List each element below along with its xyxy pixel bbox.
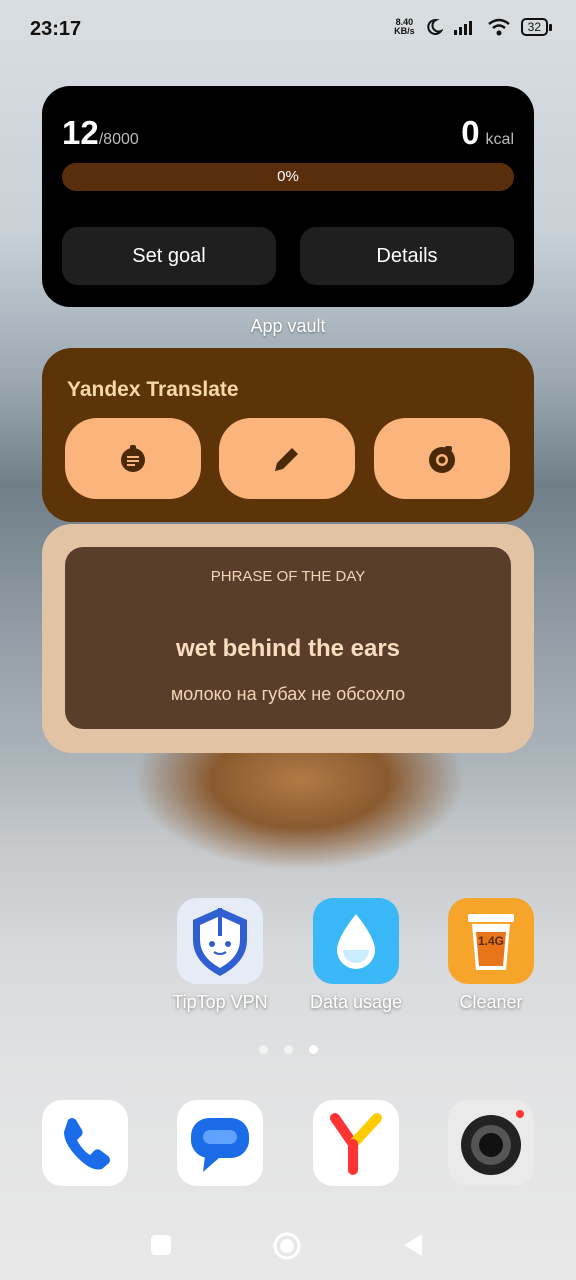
phone-icon[interactable]: [42, 1100, 128, 1186]
camera-translate-button[interactable]: [374, 418, 510, 499]
yandex-icon[interactable]: [313, 1100, 399, 1186]
page-indicator[interactable]: [0, 1045, 576, 1054]
water-drop-icon: [313, 898, 399, 984]
trash-bin-icon: 1.4G: [448, 898, 534, 984]
steps-progress-bar: 0%: [62, 163, 514, 191]
cleaner-badge: 1.4G: [477, 934, 504, 948]
navigation-bar: [0, 1220, 576, 1270]
steps-count: 12/8000: [62, 114, 139, 151]
camera-icon: [429, 445, 455, 473]
app-vault-label[interactable]: App vault: [0, 316, 576, 337]
recents-button[interactable]: [150, 1234, 172, 1256]
moon-icon: [426, 18, 443, 35]
dictionary-button[interactable]: [65, 418, 201, 499]
messages-icon[interactable]: [177, 1100, 263, 1186]
phrase-russian: молоко на губах не обсохло: [170, 684, 406, 704]
yandex-translate-widget[interactable]: Yandex Translate: [42, 348, 534, 522]
back-button[interactable]: [400, 1232, 426, 1258]
clock: 23:17: [30, 18, 82, 40]
widget-title: Yandex Translate: [67, 378, 239, 401]
app-cleaner[interactable]: 1.4G Cleaner: [431, 898, 551, 1013]
shield-icon: [177, 898, 263, 984]
home-button[interactable]: [272, 1231, 302, 1261]
details-button[interactable]: Details: [300, 227, 514, 285]
page-dot[interactable]: [258, 1045, 268, 1054]
phrase-english: wet behind the ears: [175, 635, 401, 662]
phrase-of-the-day-widget[interactable]: PHRASE OF THE DAY wet behind the ears мо…: [42, 524, 534, 753]
battery-indicator: 32: [520, 18, 553, 36]
set-goal-button[interactable]: Set goal: [62, 227, 276, 285]
app-tiptop-vpn[interactable]: TipTop VPN: [160, 898, 280, 1013]
phrase-card: PHRASE OF THE DAY wet behind the ears мо…: [65, 547, 511, 729]
dictionary-icon: [121, 444, 145, 472]
app-data-usage[interactable]: Data usage: [296, 898, 416, 1013]
handwriting-button[interactable]: [219, 418, 355, 499]
wifi-icon: [487, 18, 510, 36]
calories-count: 0 kcal: [461, 114, 514, 151]
page-dot-active[interactable]: [308, 1045, 318, 1054]
status-bar: 23:17 8.40 KB/s 32: [0, 0, 576, 58]
signal-icon: [453, 21, 472, 35]
page-dot[interactable]: [283, 1045, 293, 1054]
step-counter-widget[interactable]: 12/8000 0 kcal 0% Set goal Details: [42, 86, 534, 307]
camera-app-icon[interactable]: [448, 1100, 534, 1186]
pencil-icon: [275, 447, 298, 471]
phrase-header: PHRASE OF THE DAY: [210, 568, 366, 585]
network-speed: 8.40 KB/s: [394, 17, 415, 36]
status-icons: 8.40 KB/s 32: [394, 17, 553, 36]
